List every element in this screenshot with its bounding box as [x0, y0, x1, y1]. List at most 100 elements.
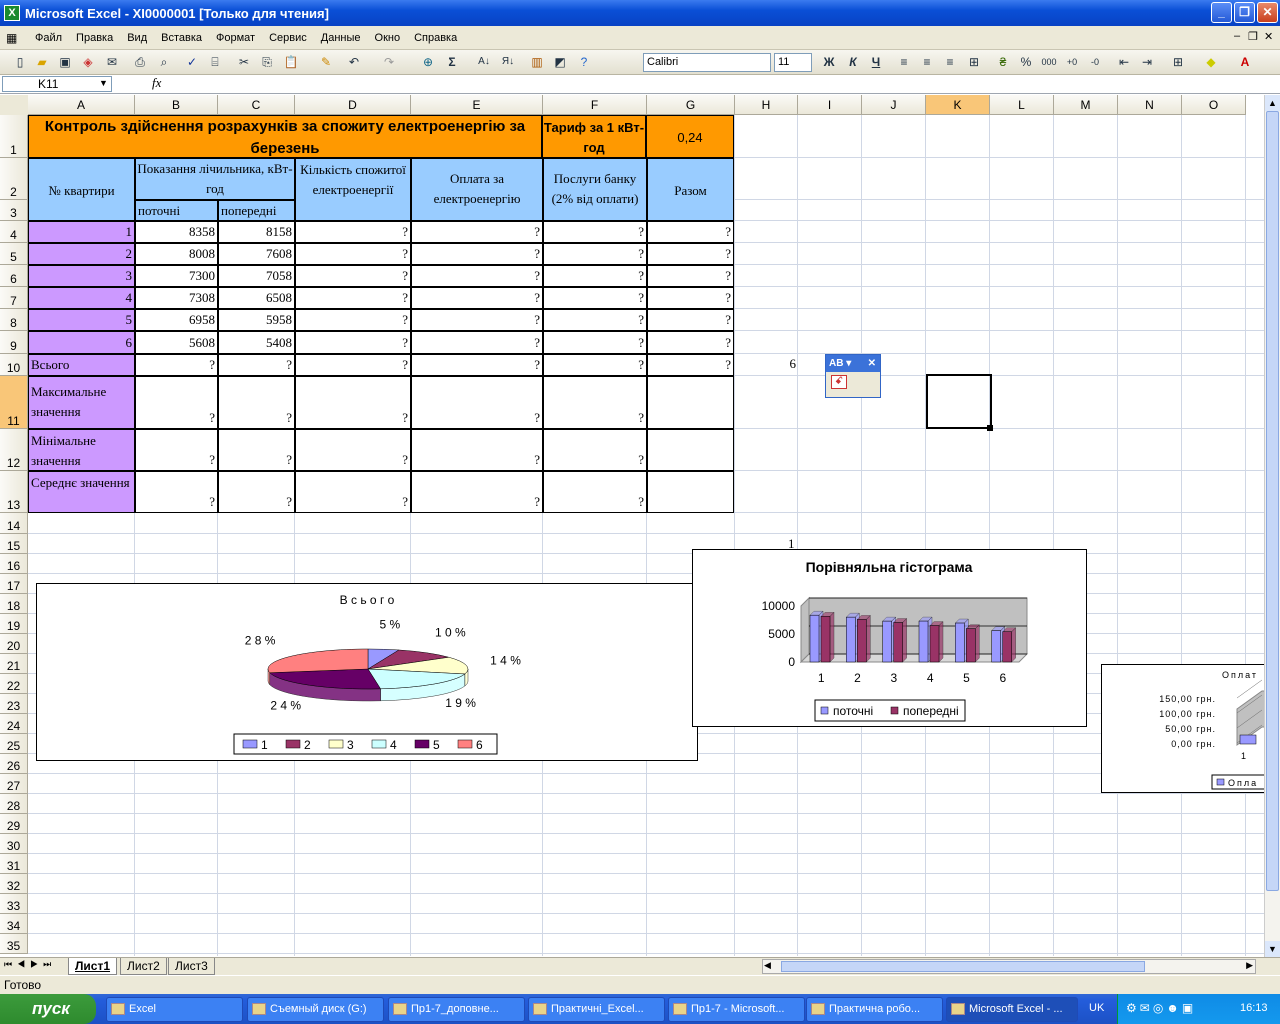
doc-close-icon[interactable]: ✕ [1264, 30, 1273, 43]
summary-cell[interactable]: ? [218, 354, 295, 376]
payment-cell[interactable]: ? [411, 243, 543, 265]
row-header-16[interactable]: 16 [0, 554, 28, 574]
print-icon[interactable]: ⎙ [132, 54, 148, 70]
total-col-summary-cell[interactable] [647, 376, 734, 429]
undo-icon[interactable]: ↶ [346, 54, 362, 70]
copy-icon[interactable]: ⎘ [259, 54, 275, 70]
bank-fee-cell[interactable]: ? [543, 243, 647, 265]
bank-fee-cell[interactable]: ? [543, 331, 647, 354]
total-cell[interactable]: ? [647, 287, 734, 309]
menu-file[interactable]: Файл [28, 32, 69, 44]
help-icon[interactable]: ? [576, 54, 592, 70]
payment-cell[interactable]: ? [411, 287, 543, 309]
column-header-o[interactable]: O [1182, 95, 1246, 115]
row-header-12[interactable]: 12 [0, 429, 28, 471]
insert-function-button[interactable]: fx [152, 75, 170, 93]
doc-restore-icon[interactable]: ❐ [1248, 30, 1258, 43]
tab-sheet3[interactable]: Лист3 [168, 958, 215, 975]
row-header-5[interactable]: 5 [0, 243, 28, 265]
excel-app-icon[interactable]: X [4, 5, 20, 21]
summary-cell[interactable]: ? [543, 354, 647, 376]
print-preview-icon[interactable]: ⌕ [156, 54, 172, 70]
row-header-31[interactable]: 31 [0, 854, 28, 874]
task-practical-work[interactable]: Практична робо... [806, 997, 943, 1022]
previous-reading-cell[interactable]: 5958 [218, 309, 295, 331]
sort-ascending-icon[interactable]: A↓ [476, 54, 492, 70]
avg-label-cell[interactable]: Середнє значення [28, 471, 135, 513]
thousands-button[interactable]: 000 [1040, 54, 1058, 70]
align-center-icon[interactable]: ≡ [919, 54, 935, 70]
apartment-number-cell[interactable]: 4 [28, 287, 135, 309]
summary-cell[interactable]: ? [135, 471, 218, 513]
max-label-cell[interactable]: Максимальне значення [28, 376, 135, 429]
row-header-4[interactable]: 4 [0, 221, 28, 243]
format-painter-icon[interactable]: ✎ [318, 54, 334, 70]
menu-help[interactable]: Справка [407, 32, 464, 44]
column-header-j[interactable]: J [862, 95, 926, 115]
tab-sheet2[interactable]: Лист2 [120, 958, 167, 975]
row-header-32[interactable]: 32 [0, 874, 28, 894]
summary-cell[interactable]: ? [543, 471, 647, 513]
task-practical-excel[interactable]: Практичні_Excel... [528, 997, 665, 1022]
summary-cell[interactable]: ? [295, 354, 411, 376]
save-icon[interactable]: ▣ [57, 54, 73, 70]
payment-cell[interactable]: ? [411, 331, 543, 354]
row-header-21[interactable]: 21 [0, 654, 28, 674]
align-left-icon[interactable]: ≡ [896, 54, 912, 70]
task-excel-folder[interactable]: Excel [106, 997, 243, 1022]
research-icon[interactable]: ⌸ [207, 54, 223, 70]
bank-fee-cell[interactable]: ? [543, 221, 647, 243]
new-icon[interactable]: ▯ [12, 54, 28, 70]
task-microsoft-excel[interactable]: Microsoft Excel - ... [946, 997, 1078, 1022]
pie-chart[interactable]: В с ь о г о 5 % 1 0 % 1 4 % 1 9 % 2 4 % 2 8 % 1… [36, 583, 698, 761]
tab-sheet1[interactable]: Лист1 [68, 958, 118, 975]
menu-data[interactable]: Данные [314, 32, 368, 44]
min-label-cell[interactable]: Мінімальне значення [28, 429, 135, 471]
formula-input[interactable] [170, 75, 1280, 93]
scroll-right-icon[interactable]: ▶ [1246, 960, 1253, 971]
summary-cell[interactable]: ? [135, 429, 218, 471]
summary-cell[interactable]: ? [135, 354, 218, 376]
row-header-15[interactable]: 15 [0, 534, 28, 554]
row-header-3[interactable]: 3 [0, 200, 28, 221]
tariff-label-cell[interactable]: Тариф за 1 кВт-год [542, 115, 646, 158]
chart-wizard-icon[interactable]: ▥ [529, 54, 545, 70]
row-header-25[interactable]: 25 [0, 734, 28, 754]
row-header-17[interactable]: 17 [0, 574, 28, 594]
currency-icon[interactable]: ₴ [995, 54, 1011, 70]
consumed-cell[interactable]: ? [295, 265, 411, 287]
consumed-cell[interactable]: ? [295, 309, 411, 331]
start-button[interactable]: пуск [0, 994, 96, 1024]
previous-reading-cell[interactable]: 7058 [218, 265, 295, 287]
fill-color-icon[interactable]: ◆ [1203, 54, 1219, 70]
drawing-icon[interactable]: ◩ [552, 54, 568, 70]
worksheet-grid[interactable]: Контроль здійснення розрахунків за спожи… [28, 115, 1264, 956]
row-header-14[interactable]: 14 [0, 513, 28, 534]
row-header-13[interactable]: 13 [0, 471, 28, 513]
apartment-number-cell[interactable]: 1 [28, 221, 135, 243]
total-cell[interactable]: ? [647, 265, 734, 287]
menu-edit[interactable]: Правка [69, 32, 120, 44]
header-apartment-cell[interactable]: № квартири [28, 158, 135, 221]
row-header-34[interactable]: 34 [0, 914, 28, 934]
consumed-cell[interactable]: ? [295, 331, 411, 354]
bank-fee-cell[interactable]: ? [543, 265, 647, 287]
header-previous-cell[interactable]: попередні [218, 200, 295, 221]
bank-fee-cell[interactable]: ? [543, 309, 647, 331]
summary-cell[interactable]: ? [295, 471, 411, 513]
payment-cell[interactable]: ? [411, 265, 543, 287]
borders-icon[interactable]: ⊞ [1170, 54, 1186, 70]
column-header-e[interactable]: E [411, 95, 543, 115]
header-current-cell[interactable]: поточні [135, 200, 218, 221]
workbook-icon[interactable]: ▦ [0, 31, 28, 45]
apartment-number-cell[interactable]: 3 [28, 265, 135, 287]
italic-button[interactable]: К [845, 54, 861, 70]
bank-fee-cell[interactable]: ? [543, 287, 647, 309]
column-header-g[interactable]: G [647, 95, 735, 115]
bold-button[interactable]: Ж [821, 54, 837, 70]
column-header-m[interactable]: M [1054, 95, 1118, 115]
name-box[interactable]: K11 [2, 76, 112, 92]
row-header-2[interactable]: 2 [0, 158, 28, 200]
redo-icon[interactable]: ↷ [381, 54, 397, 70]
current-reading-cell[interactable]: 5608 [135, 331, 218, 354]
